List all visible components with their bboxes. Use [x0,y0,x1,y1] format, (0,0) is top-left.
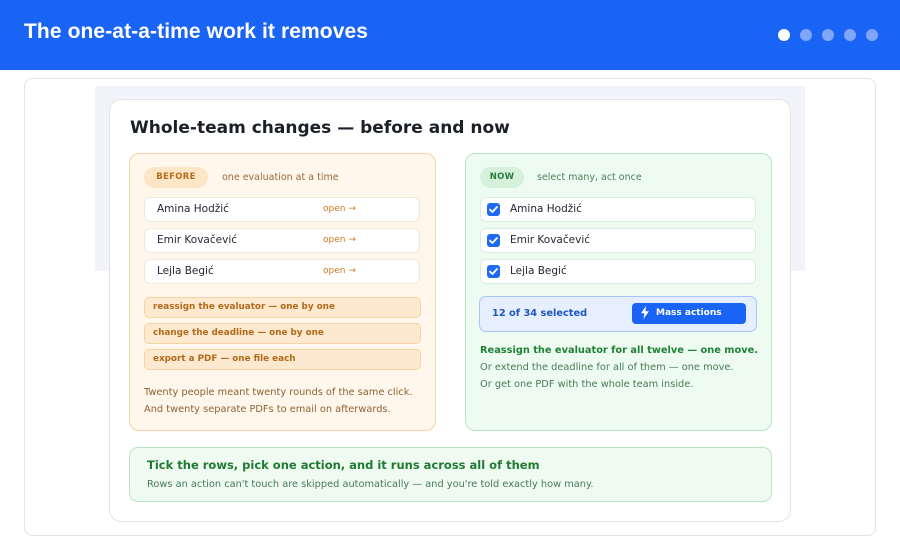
comparison-card: Whole-team changes — before and now BEFO… [109,99,791,522]
slide-pagination [778,29,878,41]
summary-callout: Tick the rows, pick one action, and it r… [129,447,772,502]
before-note: Twenty people meant twenty rounds of the… [144,387,413,398]
now-row[interactable]: Lejla Begić [480,259,756,284]
before-action-export: export a PDF — one file each [144,349,421,370]
before-tagline: one evaluation at a time [222,172,339,183]
row-name: Emir Kovačević [510,234,591,246]
summary-text: Rows an action can't touch are skipped a… [147,479,594,490]
action-label: reassign the evaluator — one by one [153,302,335,312]
pagination-dot-4[interactable] [844,29,856,41]
check-icon [489,268,498,275]
now-row[interactable]: Emir Kovačević [480,228,756,253]
slide-title: The one-at-a-time work it removes [24,20,369,43]
bolt-icon [641,306,649,319]
selection-count: 12 of 34 selected [492,308,588,319]
pagination-dot-5[interactable] [866,29,878,41]
row-checkbox[interactable] [487,265,500,278]
now-note: Or extend the deadline for all of them —… [480,362,734,373]
mass-actions-button[interactable]: Mass actions [632,303,746,324]
summary-title: Tick the rows, pick one action, and it r… [147,458,540,472]
before-badge: BEFORE [144,167,208,188]
now-tagline: select many, act once [537,172,642,183]
pagination-dot-1[interactable] [778,29,790,41]
row-checkbox[interactable] [487,234,500,247]
now-note: Reassign the evaluator for all twelve — … [480,345,758,356]
check-icon [489,237,498,244]
now-note: Or get one PDF with the whole team insid… [480,379,694,390]
open-link[interactable]: open → [323,266,356,276]
row-name: Lejla Begić [157,265,214,277]
open-link[interactable]: open → [323,204,356,214]
now-panel: NOW select many, act once Amina Hodžić E… [465,153,772,431]
mass-actions-label: Mass actions [656,308,722,318]
before-panel: BEFORE one evaluation at a time Amina Ho… [129,153,436,431]
pagination-dot-3[interactable] [822,29,834,41]
header-bar: The one-at-a-time work it removes [0,0,900,70]
row-checkbox[interactable] [487,203,500,216]
before-action-reassign: reassign the evaluator — one by one [144,297,421,318]
card-title: Whole-team changes — before and now [130,118,510,138]
before-row[interactable]: Emir Kovačević open → [144,228,420,253]
action-label: export a PDF — one file each [153,354,296,364]
before-row[interactable]: Lejla Begić open → [144,259,420,284]
row-name: Amina Hodžić [157,203,229,215]
row-name: Lejla Begić [510,265,567,277]
row-name: Emir Kovačević [157,234,238,246]
selection-bar: 12 of 34 selected Mass actions [479,296,757,332]
row-name: Amina Hodžić [510,203,582,215]
before-note: And twenty separate PDFs to email on aft… [144,404,391,415]
before-row[interactable]: Amina Hodžić open → [144,197,420,222]
action-label: change the deadline — one by one [153,328,324,338]
check-icon [489,206,498,213]
before-action-deadline: change the deadline — one by one [144,323,421,344]
open-link[interactable]: open → [323,235,356,245]
pagination-dot-2[interactable] [800,29,812,41]
now-row[interactable]: Amina Hodžić [480,197,756,222]
now-badge: NOW [480,167,524,188]
